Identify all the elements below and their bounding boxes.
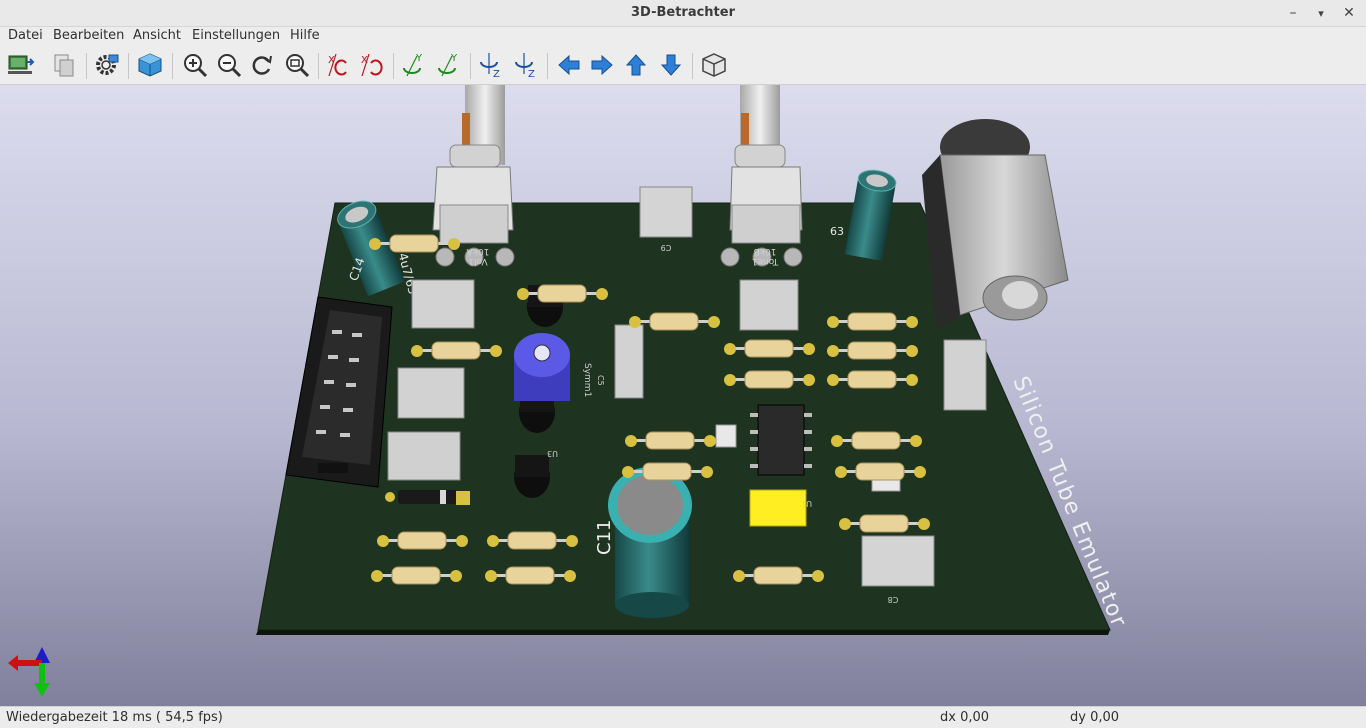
dx-readout: dx 0,00 — [940, 710, 990, 725]
zoom-fit-button[interactable] — [282, 50, 312, 80]
restore-icon: ▾ — [1318, 7, 1324, 20]
move-right-button[interactable] — [587, 50, 617, 80]
volume-pot — [432, 85, 515, 267]
rotate-x-cw-icon: X — [328, 53, 347, 77]
move-down-button[interactable] — [656, 50, 686, 80]
refresh-icon — [252, 55, 272, 75]
move-down-icon — [660, 54, 682, 76]
film-cap-4 — [739, 279, 799, 331]
menu-bar: Datei Bearbeiten Ansicht Einstellungen H… — [0, 27, 1366, 47]
label-u1: U1 — [801, 499, 812, 508]
close-button[interactable]: ✕ — [1339, 3, 1359, 23]
label-symm1: Symm1 — [582, 363, 592, 397]
zoom-out-button[interactable] — [214, 50, 244, 80]
refresh-button[interactable] — [247, 50, 277, 80]
maximize-button[interactable]: ▾ — [1311, 3, 1331, 23]
rotate-y-ccw-button[interactable]: Y — [434, 50, 464, 80]
dy-readout: dy 0,00 — [1070, 710, 1120, 725]
menu-hilfe[interactable]: Hilfe — [290, 28, 320, 43]
cube-view-button[interactable] — [135, 50, 165, 80]
move-left-icon — [558, 54, 580, 76]
film-cap-c5 — [614, 324, 644, 399]
pcb-edge — [256, 630, 1110, 635]
label-c5: C5 — [596, 375, 605, 386]
rotate-x-ccw-icon: X — [361, 53, 383, 77]
film-cap-2 — [397, 367, 465, 419]
settings-icon — [96, 54, 119, 75]
move-left-button[interactable] — [554, 50, 584, 80]
move-up-button[interactable] — [621, 50, 651, 80]
rotate-z-ccw-button[interactable]: Z — [511, 50, 541, 80]
cap-c9 — [639, 186, 693, 238]
tone-pot — [720, 85, 803, 267]
rotate-y-ccw-icon: Y — [438, 53, 458, 77]
menu-ansicht[interactable]: Ansicht — [133, 28, 181, 43]
load-board-button[interactable] — [5, 50, 35, 80]
rotate-x-cw-button[interactable]: X — [324, 50, 354, 80]
window-title: 3D-Betrachter — [631, 5, 735, 20]
label-tone1: Tone1 — [752, 256, 779, 266]
cube-view-icon — [138, 53, 162, 77]
label-vol1: Vol1 — [468, 256, 487, 266]
minimize-button[interactable]: – — [1283, 3, 1303, 23]
copy-icon — [54, 54, 74, 77]
yellow-chip-u1 — [749, 489, 807, 527]
zoom-in-icon — [184, 54, 208, 78]
zoom-out-icon — [218, 54, 242, 78]
film-cap-1 — [411, 279, 475, 329]
small-cap — [715, 424, 737, 448]
minimize-icon: – — [1289, 5, 1297, 21]
rotate-y-cw-icon: Y — [403, 53, 423, 77]
load-board-icon — [8, 55, 35, 74]
ic-dip8 — [750, 404, 812, 476]
status-bar: Wiedergabezeit 18 ms ( 54,5 fps) dx 0,00… — [0, 706, 1366, 728]
axis-triad — [8, 647, 50, 697]
toolbar: X X Y Y Z Z — [0, 47, 1366, 85]
menu-einstellungen[interactable]: Einstellungen — [192, 28, 280, 43]
menu-bearbeiten[interactable]: Bearbeiten — [53, 28, 124, 43]
rotate-z-cw-icon: Z — [480, 53, 500, 80]
svg-text:Z: Z — [493, 69, 500, 80]
close-icon: ✕ — [1343, 5, 1355, 21]
zoom-fit-icon — [286, 54, 310, 78]
menu-datei[interactable]: Datei — [8, 28, 43, 43]
label-c8: C8 — [888, 595, 899, 604]
rotate-y-cw-button[interactable]: Y — [399, 50, 429, 80]
copy-button[interactable] — [49, 50, 79, 80]
label-c11: C11 — [594, 520, 615, 555]
label-u3: U3 — [547, 449, 558, 458]
orthographic-icon — [702, 53, 726, 77]
transistor-u3 — [514, 455, 550, 498]
pcb-scene: C9 C14 4u7/63 63 Vol1 10kA Tone1 10kB C5… — [8, 85, 1131, 697]
label-c9: C9 — [661, 243, 672, 252]
label-c63: 63 — [830, 225, 844, 238]
title-bar: 3D-Betrachter – ▾ ✕ — [0, 0, 1366, 27]
render-time: Wiedergabezeit 18 ms ( 54,5 fps) — [6, 710, 223, 725]
film-cap-c8 — [861, 535, 935, 587]
3d-viewport[interactable]: C9 C14 4u7/63 63 Vol1 10kA Tone1 10kB C5… — [0, 85, 1366, 706]
film-cap-3 — [387, 431, 461, 481]
move-right-icon — [591, 54, 613, 76]
settings-button[interactable] — [92, 50, 122, 80]
label-vol1-value: 10kA — [466, 246, 490, 256]
cap-c11 — [608, 467, 692, 618]
pin-header — [285, 296, 393, 488]
zoom-in-button[interactable] — [180, 50, 210, 80]
svg-text:Z: Z — [528, 69, 535, 80]
orthographic-button[interactable] — [699, 50, 729, 80]
move-up-icon — [625, 54, 647, 76]
trimmer-symm1 — [514, 333, 570, 401]
rotate-z-ccw-icon: Z — [515, 53, 535, 80]
label-tone1-value: 10kB — [754, 246, 777, 256]
rotate-z-cw-button[interactable]: Z — [476, 50, 506, 80]
film-cap-5 — [943, 339, 987, 411]
rotate-x-ccw-button[interactable]: X — [357, 50, 387, 80]
audio-jack — [922, 119, 1069, 330]
